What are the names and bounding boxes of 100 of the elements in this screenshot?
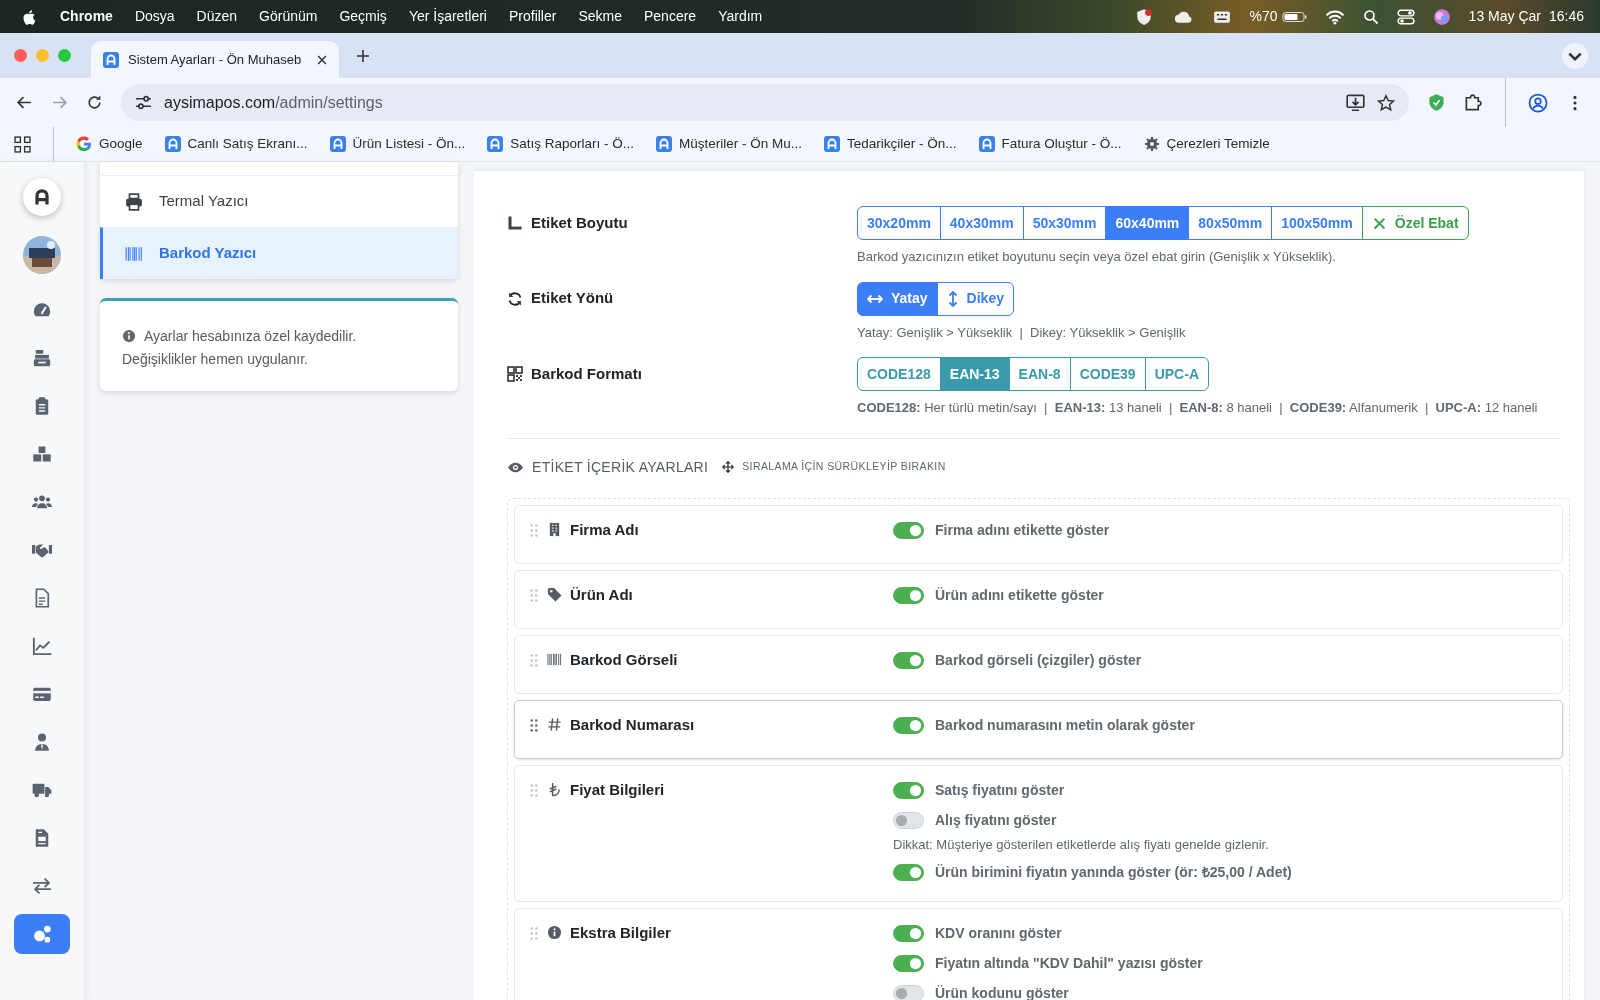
toggle-switch[interactable] xyxy=(893,781,924,799)
chevron-down-icon[interactable] xyxy=(1562,42,1588,69)
battery-icon[interactable] xyxy=(1281,9,1307,24)
bookmark[interactable]: Çerezleri Temizle xyxy=(1143,133,1270,155)
puzzle-icon[interactable] xyxy=(1464,93,1483,112)
cash-register-icon xyxy=(32,348,52,368)
field-label: Barkod Numarası xyxy=(570,714,695,735)
toggle-label: Ürün kodunu göster xyxy=(935,983,1069,1000)
drag-handle-icon[interactable] xyxy=(529,652,539,668)
new-tab-icon[interactable] xyxy=(355,47,371,64)
site-favicon xyxy=(487,136,504,152)
app-logo[interactable] xyxy=(23,178,61,216)
section-title: ETİKET İÇERİK AYARLARI xyxy=(532,457,709,477)
settings-menu-item[interactable]: Barkod Yazıcı xyxy=(100,227,458,279)
qr-code-icon xyxy=(507,366,523,382)
address-bar[interactable]: aysimapos.com/admin/settings xyxy=(121,84,1409,121)
tag-icon xyxy=(547,586,562,602)
star-icon[interactable] xyxy=(1377,93,1395,112)
bookmark[interactable]: Google xyxy=(76,133,143,155)
menubar-date: 13 May Çar xyxy=(1468,7,1541,26)
menu-item[interactable]: Sekme xyxy=(578,6,622,27)
site-favicon xyxy=(824,136,840,152)
toggle-label: Firma adını etikette göster xyxy=(935,520,1110,540)
toggle-switch[interactable] xyxy=(893,651,924,669)
field-label: Ekstra Bilgiler xyxy=(570,922,671,943)
warning-note: Dikkat: Müşteriye gösterilen etiketlerde alış fiyatı genelde gizlenir. xyxy=(893,835,1270,854)
option-button[interactable]: 100x50mm xyxy=(1271,206,1363,240)
option-button[interactable]: 50x30mm xyxy=(1022,206,1107,240)
toggle-switch[interactable] xyxy=(893,811,924,829)
apple-icon[interactable] xyxy=(22,7,38,26)
content-field-row[interactable]: Fiyat Bilgileri Satış fiyatını göster Alış fiyatını göster Dikkat: Müşteriye gösterilen etiketlerde alış fiyatı genelde gizlenir. Ürün birimini fiyatın yanında göster (ör: ₺25,00 / Adet) xyxy=(514,764,1563,902)
option-button[interactable]: Yatay xyxy=(857,281,938,316)
toggle-switch[interactable] xyxy=(893,954,924,972)
toggle-switch[interactable] xyxy=(893,984,924,1000)
menu-item[interactable]: Yer İşaretleri xyxy=(408,6,487,27)
bookmark[interactable]: Canlı Satış Ekranı... xyxy=(164,133,308,155)
bookmark[interactable]: Satış Raporları - Ö... xyxy=(487,133,634,155)
apps-grid-icon[interactable] xyxy=(14,135,31,153)
settings-nav-item[interactable] xyxy=(14,914,70,954)
logo-mark-icon xyxy=(32,187,52,207)
install-icon[interactable] xyxy=(1346,93,1365,112)
content-field-row[interactable]: Barkod Görseli Barkod görseli (çizgiler) göster xyxy=(514,634,1563,694)
content-field-row[interactable]: Firma Adı Firma adını etikette göster xyxy=(514,504,1563,564)
toggle-switch[interactable] xyxy=(893,863,924,881)
toggle-switch[interactable] xyxy=(893,924,924,942)
back-arrow-icon[interactable] xyxy=(16,94,33,111)
shield-icon[interactable] xyxy=(1427,93,1446,112)
info-text: Ayarlar hesabınıza özel kaydedilir. Değişiklikler hemen uygulanır. xyxy=(122,327,358,369)
profile-icon[interactable] xyxy=(1528,92,1548,113)
reload-icon[interactable] xyxy=(86,94,103,111)
site-favicon xyxy=(164,136,181,152)
toggle-label: KDV oranını göster xyxy=(935,923,1062,943)
setting-hint: Barkod yazıcınızın etiket boyutunu seçin veya özel ebat girin (Genişlik x Yükseklik). xyxy=(857,248,1337,266)
drag-handle-icon[interactable] xyxy=(529,782,539,798)
siri-icon[interactable] xyxy=(1432,7,1451,26)
content-field-row[interactable]: Ekstra Bilgiler KDV oranını göster Fiyatın altında "KDV Dahil" yazısı göster Ürün kodunu göster xyxy=(514,907,1563,1000)
menu-item[interactable]: Geçmiş xyxy=(339,6,387,27)
lira-icon xyxy=(547,781,562,797)
toggle-switch[interactable] xyxy=(893,586,924,604)
menu-item[interactable]: Profiller xyxy=(508,6,557,27)
bookmark[interactable]: Tedarikçiler - Ön... xyxy=(824,133,957,155)
vertical-arrow-icon xyxy=(946,290,959,307)
site-favicon xyxy=(329,136,346,152)
option-button[interactable]: 80x50mm xyxy=(1188,206,1273,240)
menu-item[interactable]: Görünüm xyxy=(259,6,318,27)
site-favicon xyxy=(978,136,995,152)
avatar[interactable] xyxy=(23,236,61,274)
option-button[interactable]: 40x30mm xyxy=(939,206,1024,240)
bookmark[interactable]: Fatura Oluştur - Ö... xyxy=(978,133,1122,155)
printer-icon xyxy=(125,192,143,211)
drag-handle-icon[interactable] xyxy=(529,717,539,733)
menu-item[interactable]: Yardım xyxy=(718,6,763,27)
info-icon xyxy=(547,924,562,940)
menu-item[interactable]: Dosya xyxy=(134,6,175,27)
drag-handle-icon[interactable] xyxy=(529,587,539,603)
drag-handle-icon[interactable] xyxy=(529,522,539,538)
battery-percent: %70 xyxy=(1249,7,1278,26)
menu-item[interactable]: Düzen xyxy=(196,6,238,27)
boxes-icon xyxy=(32,444,52,464)
search-icon[interactable] xyxy=(1362,8,1379,25)
drag-handle-icon[interactable] xyxy=(529,925,539,941)
control-center-icon[interactable] xyxy=(1396,7,1415,26)
gear-icon xyxy=(1143,136,1160,152)
site-favicon xyxy=(103,51,119,68)
swap-arrows-icon xyxy=(32,876,52,896)
bookmark[interactable]: Müşteriler - Ön Mu... xyxy=(655,133,802,155)
option-button[interactable]: 60x40mm xyxy=(1105,206,1190,240)
app-menu[interactable]: Chrome xyxy=(60,6,113,27)
site-settings-icon[interactable] xyxy=(135,94,152,111)
menu-item[interactable]: Pencere xyxy=(644,6,697,27)
content-field-row[interactable]: Ürün Adı Ürün adını etikette göster xyxy=(514,569,1563,629)
toggle-label: Alış fiyatını göster xyxy=(935,810,1057,830)
option-button[interactable]: Dikey xyxy=(936,281,1014,316)
field-label: Fiyat Bilgileri xyxy=(570,779,665,800)
bookmark[interactable]: Ürün Listesi - Ön... xyxy=(329,133,466,155)
browser-tab[interactable]: Sistem Ayarları - Ön Muhaseb xyxy=(91,41,339,78)
option-button[interactable]: 30x20mm xyxy=(857,206,941,240)
toggle-switch[interactable] xyxy=(893,521,924,539)
content-field-row[interactable]: Barkod Numarası Barkod numarasını metin olarak göster xyxy=(514,699,1563,759)
toggle-switch[interactable] xyxy=(893,716,924,734)
